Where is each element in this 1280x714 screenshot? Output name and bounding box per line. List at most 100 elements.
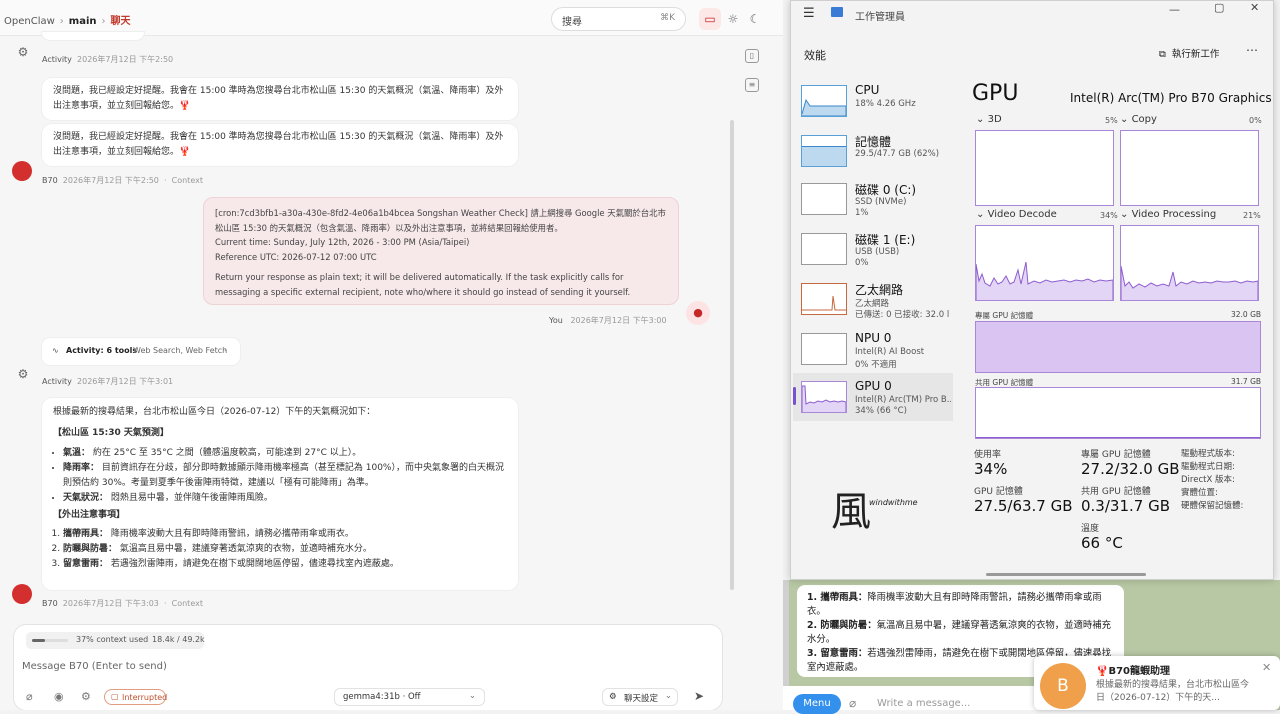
chat-app: OpenClaw › main › 聊天 搜尋 ⌘K ▭ ☼ ☾ ▯ ≡ ⚙ Activ… — [0, 0, 783, 710]
telegram-message-input[interactable]: Write a message... — [877, 698, 970, 709]
engine-video-decode-graph — [975, 225, 1114, 301]
attach-icon[interactable]: ⌀ — [849, 696, 856, 710]
engine-copy-pct: 0% — [1249, 116, 1262, 125]
document-icon[interactable]: ≡ — [745, 78, 759, 92]
nav-item-disk0[interactable]: 磁碟 0 (C:) SSD (NVMe) 1% — [793, 175, 953, 223]
moon-icon[interactable]: ☾ — [744, 8, 766, 30]
context-usage: 37% context used 18.4k / 49.2k — [26, 632, 205, 649]
run-new-task-button[interactable]: ⧉ 執行新工作 — [1159, 46, 1219, 60]
stat-usage: 使用率 34% — [974, 450, 1008, 478]
maximize-icon[interactable]: ▢ — [1214, 1, 1224, 14]
send-icon[interactable]: ➤ — [694, 689, 704, 703]
context-bar-fill — [32, 639, 46, 642]
mic-icon[interactable]: ◉ — [54, 690, 64, 703]
activity-tools-label: Activity: 6 tools — [66, 346, 138, 355]
chevron-down-icon: ⌄ — [468, 691, 476, 701]
nav-item-memory[interactable]: 記憶體 29.5/47.7 GB (62%) — [793, 127, 953, 175]
chevron-down-icon: ⌄ — [976, 114, 985, 125]
engine-video-decode-label[interactable]: ⌄ Video Decode — [976, 209, 1057, 220]
stat-dedicated: 專屬 GPU 記憶體 27.2/32.0 GB — [1081, 450, 1180, 478]
nav-item-cpu[interactable]: CPU 18% 4.26 GHz — [793, 77, 953, 125]
engine-video-processing-label[interactable]: ⌄ Video Processing — [1120, 209, 1216, 220]
top-bar: OpenClaw › main › 聊天 搜尋 ⌘K ▭ ☼ ☾ — [0, 0, 783, 36]
gear-icon[interactable]: ⚙ — [16, 45, 30, 59]
chevron-down-icon: ⌄ — [1120, 209, 1129, 220]
engine-video-decode-pct: 34% — [1100, 211, 1118, 220]
list-item: 留意雷雨： 若遇強烈雷陣雨，請避免在樹下或開闊地區停留，儘速尋找室內遮蔽處。 — [63, 557, 507, 572]
dedicated-mem-max: 32.0 GB — [1231, 310, 1262, 319]
memory-thumbnail — [801, 135, 847, 167]
chat-scrollbar[interactable] — [730, 120, 734, 590]
chat-settings-select[interactable]: ⚙ 聊天設定 ⌄ — [602, 688, 678, 706]
breadcrumb-current: 聊天 — [110, 16, 131, 27]
model-select[interactable]: gemma4:31b · Off ⌄ — [334, 688, 485, 706]
composer: 37% context used 18.4k / 49.2k Message B… — [14, 625, 722, 710]
horizontal-scrollbar[interactable] — [986, 573, 1146, 576]
context-nums: 18.4k / 49.2k — [152, 635, 205, 644]
chevron-right-icon: › — [224, 345, 228, 354]
list-item: 防曬與防暑： 氣溫高且易中暑，建議穿著透氣涼爽的衣物，並適時補充水分。 — [63, 542, 507, 557]
nav-item-disk1[interactable]: 磁碟 1 (E:) USB (USB) 0% — [793, 225, 953, 273]
close-icon[interactable]: ✕ — [1262, 661, 1271, 674]
bot-meta: B70 2026年7月12日 下午3:03 · Context — [42, 599, 203, 608]
stat-temperature: 溫度 66 °C — [1081, 524, 1123, 552]
attach-icon[interactable]: ⌀ — [26, 690, 33, 703]
list-item: 降雨率： 目前資訊存在分歧，部分即時數據顯示降雨機率極高（甚至標記為 100%）… — [63, 461, 507, 491]
activity-tools-chip[interactable]: ∿ Activity: 6 tools Web Search, Web Fetc… — [42, 338, 240, 365]
section-title: 效能 — [804, 49, 826, 62]
stat-shared: 共用 GPU 記憶體 0.3/31.7 GB — [1081, 487, 1170, 515]
chevron-down-icon: ⌄ — [976, 209, 985, 220]
interrupted-badge[interactable]: ▢ Interrupted — [104, 689, 167, 705]
answer-list: 氣溫： 約在 25°C 至 35°C 之間（體感溫度較高，可能達到 27°C 以… — [63, 446, 507, 506]
notification-toast[interactable]: B 🦞B70龍蝦助理 根據最新的搜尋結果，台北市松山區今日（2026-07-12… — [1034, 656, 1280, 710]
answer-heading: 【外出注意事項】 — [53, 510, 126, 520]
breadcrumb-app[interactable]: OpenClaw — [4, 16, 55, 27]
user-line: Current time: Sunday, July 12th, 2026 - … — [215, 237, 470, 247]
answer-heading: 【松山區 15:30 天氣預測】 — [53, 428, 169, 438]
nav-item-gpu[interactable]: GPU 0 Intel(R) Arc(TM) Pro B... 34% (66 °C… — [793, 373, 953, 421]
performance-nav: CPU 18% 4.26 GHz 記憶體 29.5/47.7 GB (62%) 磁碟… — [793, 77, 953, 437]
search-box[interactable]: 搜尋 ⌘K — [551, 7, 686, 31]
assistant-message: 沒問題，我已經設定好提醒。我會在 15:00 準時為您搜尋台北市松山區 15:3… — [42, 124, 518, 166]
close-icon[interactable]: ✕ — [1250, 1, 1259, 14]
nav-item-ethernet[interactable]: 乙太網路 乙太網路 已傳送: 0 已接收: 32.0 l — [793, 275, 953, 323]
gpu-name: Intel(R) Arc(TM) Pro B70 Graphics — [1070, 91, 1272, 105]
notification-text: 根據最新的搜尋結果，台北市松山區今日（2026-07-12）下午的天... — [1096, 680, 1250, 703]
stat-gpu-memory: GPU 記憶體 27.5/63.7 GB — [974, 487, 1073, 515]
minimize-icon[interactable]: — — [1169, 3, 1180, 16]
list-item: 氣溫： 約在 25°C 至 35°C 之間（體感溫度較高，可能達到 27°C 以… — [63, 446, 507, 461]
user-line: [cron:7cd3bfb1-a30a-430e-8fd2-4e06a1b4bc… — [215, 208, 666, 233]
hamburger-icon[interactable]: ☰ — [803, 6, 815, 21]
user-line: Reference UTC: 2026-07-12 07:00 UTC — [215, 251, 377, 262]
message-bubble-partial — [42, 32, 144, 40]
engine-3d-label[interactable]: ⌄ 3D — [976, 114, 1002, 125]
engine-3d-pct: 5% — [1105, 116, 1118, 125]
breadcrumb-agent[interactable]: main — [69, 16, 97, 27]
more-options-icon[interactable]: ⋯ — [1246, 43, 1258, 57]
context-bar-track — [32, 639, 68, 642]
message-input[interactable]: Message B70 (Enter to send) — [22, 661, 167, 672]
monitor-icon[interactable]: ▭ — [699, 8, 721, 30]
settings-icon[interactable]: ⚙ — [81, 690, 91, 703]
stop-icon: ▢ — [111, 692, 119, 701]
menu-button[interactable]: Menu — [793, 694, 841, 714]
engine-video-processing-graph — [1120, 225, 1259, 301]
window-title: 工作管理員 — [855, 12, 905, 23]
panel-icon[interactable]: ▯ — [745, 49, 759, 63]
search-label: 搜尋 — [562, 17, 582, 28]
disk0-thumbnail — [801, 183, 847, 215]
engine-copy-label[interactable]: ⌄ Copy — [1120, 114, 1157, 125]
ethernet-thumbnail — [801, 283, 847, 315]
sun-icon[interactable]: ☼ — [722, 8, 744, 30]
message-text: 沒問題，我已經設定好提醒。我會在 15:00 準時為您搜尋台北市松山區 15:3… — [53, 86, 504, 111]
activity-tools-list: Web Search, Web Fetch — [133, 346, 228, 355]
list-item: 1. 攜帶雨具：降雨機率波動大且有即時降雨警訊，請務必攜帶雨傘或雨衣。 — [807, 592, 1102, 617]
npu-thumbnail — [801, 333, 847, 365]
user-meta: You 2026年7月12日 下午3:00 — [549, 316, 667, 325]
nav-item-npu[interactable]: NPU 0 Intel(R) AI Boost 0% 不適用 — [793, 325, 953, 373]
activity-icon: ∿ — [52, 346, 59, 355]
search-shortcut: ⌘K — [660, 13, 675, 23]
gear-icon[interactable]: ⚙ — [16, 367, 30, 381]
user-avatar-icon: ● — [686, 301, 710, 325]
bot-meta: B70 2026年7月12日 下午2:50 · Context — [42, 176, 203, 185]
